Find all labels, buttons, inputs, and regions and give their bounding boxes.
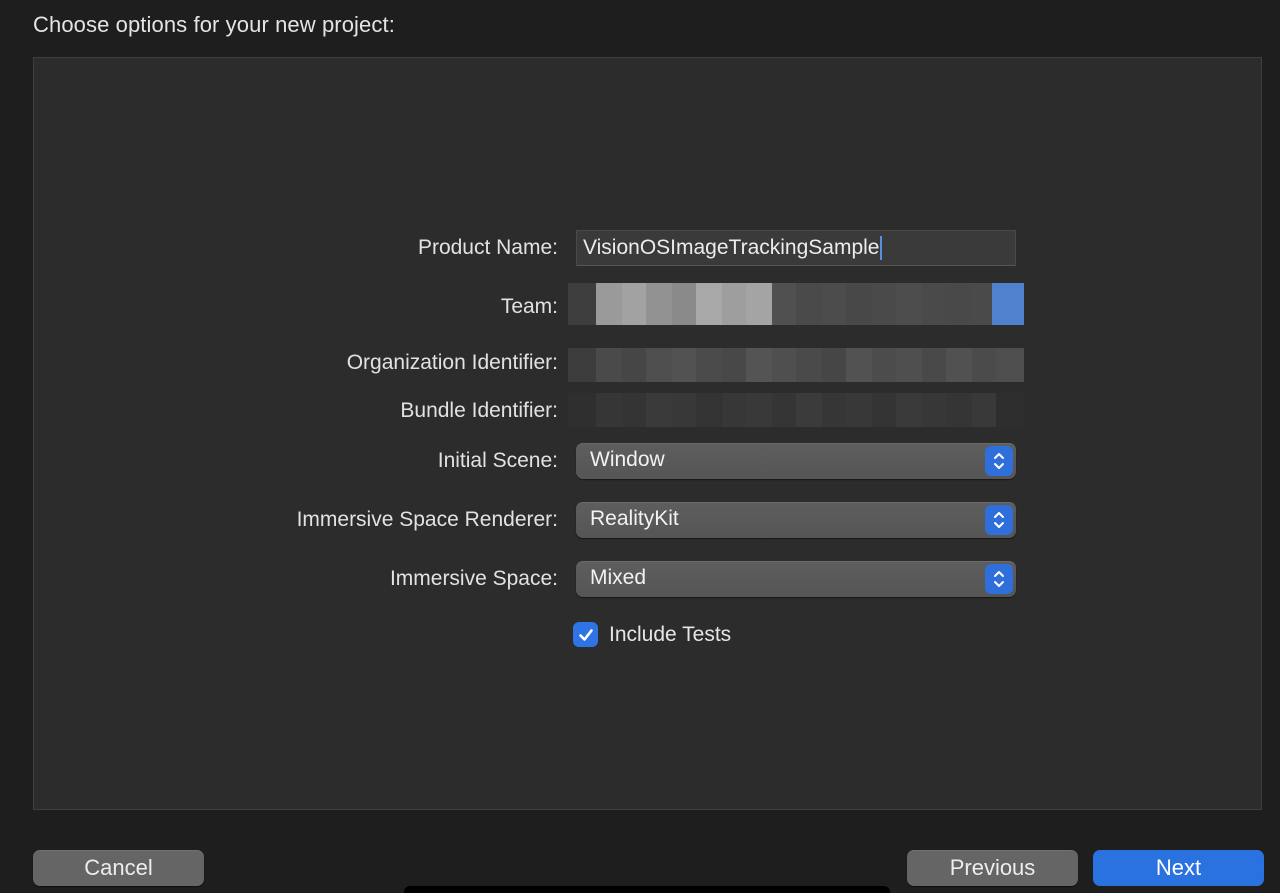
chevron-up-down-icon [985, 505, 1013, 535]
include-tests-checkbox[interactable] [573, 622, 598, 647]
team-label: Team: [500, 295, 558, 318]
window-edge [404, 886, 890, 893]
include-tests-label: Include Tests [609, 622, 732, 646]
page-title: Choose options for your new project: [33, 12, 395, 37]
cancel-button[interactable]: Cancel [33, 850, 204, 886]
initial-scene-popup[interactable]: Window [576, 443, 1016, 479]
next-button[interactable]: Next [1093, 850, 1264, 886]
checkmark-icon [578, 628, 593, 641]
product-name-field[interactable]: VisionOSImageTrackingSample [576, 230, 1016, 266]
product-name-value: VisionOSImageTrackingSample [583, 236, 880, 259]
previous-button[interactable]: Previous [907, 850, 1078, 886]
bundle-identifier-redacted-value [568, 393, 1024, 427]
immersive-space-renderer-label: Immersive Space Renderer: [296, 508, 558, 531]
include-tests-row[interactable]: Include Tests [573, 622, 731, 647]
immersive-space-popup[interactable]: Mixed [576, 561, 1016, 597]
initial-scene-value: Window [590, 448, 665, 471]
immersive-space-renderer-popup[interactable]: RealityKit [576, 502, 1016, 538]
immersive-space-value: Mixed [590, 566, 647, 589]
chevron-up-down-icon [985, 564, 1013, 594]
organization-identifier-label: Organization Identifier: [346, 351, 558, 374]
organization-identifier-redacted-value[interactable] [568, 348, 1024, 382]
bundle-identifier-label: Bundle Identifier: [400, 399, 558, 422]
options-panel [33, 57, 1262, 810]
immersive-space-label: Immersive Space: [389, 567, 558, 590]
project-options-window: Choose options for your new project: Pro… [0, 0, 1280, 893]
initial-scene-label: Initial Scene: [437, 449, 558, 472]
product-name-label: Product Name: [417, 236, 558, 259]
immersive-space-renderer-value: RealityKit [590, 507, 679, 530]
text-caret [880, 236, 883, 261]
team-redacted-value[interactable] [568, 283, 1024, 325]
chevron-up-down-icon [985, 446, 1013, 476]
